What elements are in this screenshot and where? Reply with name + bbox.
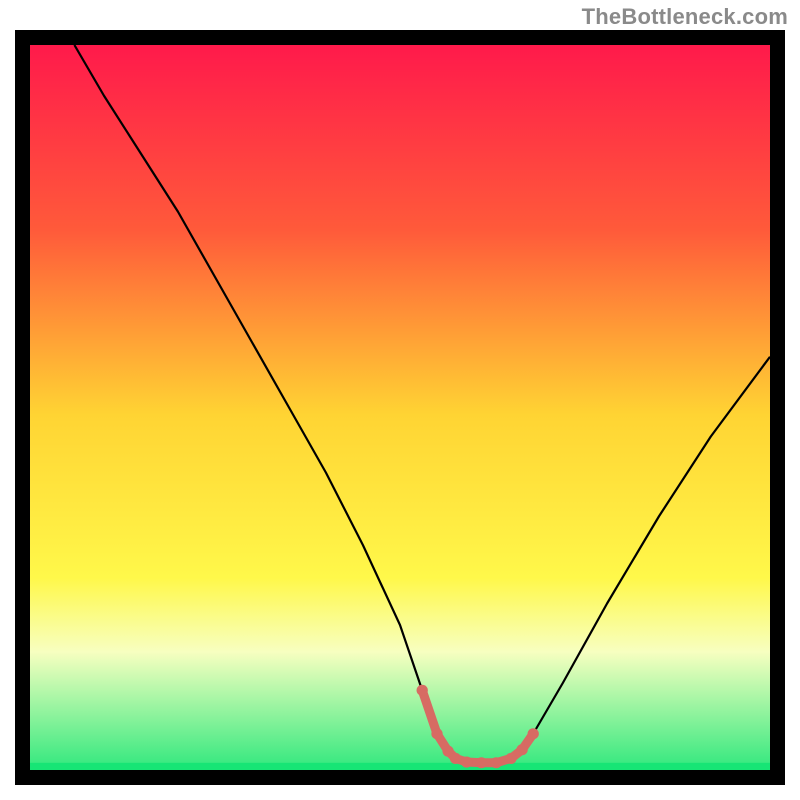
watermark-text: TheBottleneck.com bbox=[582, 4, 788, 30]
chart-frame bbox=[15, 30, 785, 785]
optimal-range-line bbox=[422, 690, 533, 763]
optimal-range-dot bbox=[516, 744, 527, 755]
optimal-range-dot bbox=[450, 753, 461, 764]
optimal-range-dot bbox=[431, 728, 442, 739]
optimal-range-dot bbox=[476, 757, 487, 768]
optimal-range-dot bbox=[505, 753, 516, 764]
chart-lines-layer bbox=[30, 45, 770, 770]
optimal-range-dot bbox=[528, 728, 539, 739]
chart-plot-area bbox=[30, 45, 770, 770]
optimal-range-dot bbox=[491, 757, 502, 768]
chart-stage: TheBottleneck.com bbox=[0, 0, 800, 800]
optimal-range-dot bbox=[461, 756, 472, 767]
bottleneck-curve-line bbox=[74, 45, 770, 763]
optimal-range-dot bbox=[417, 685, 428, 696]
